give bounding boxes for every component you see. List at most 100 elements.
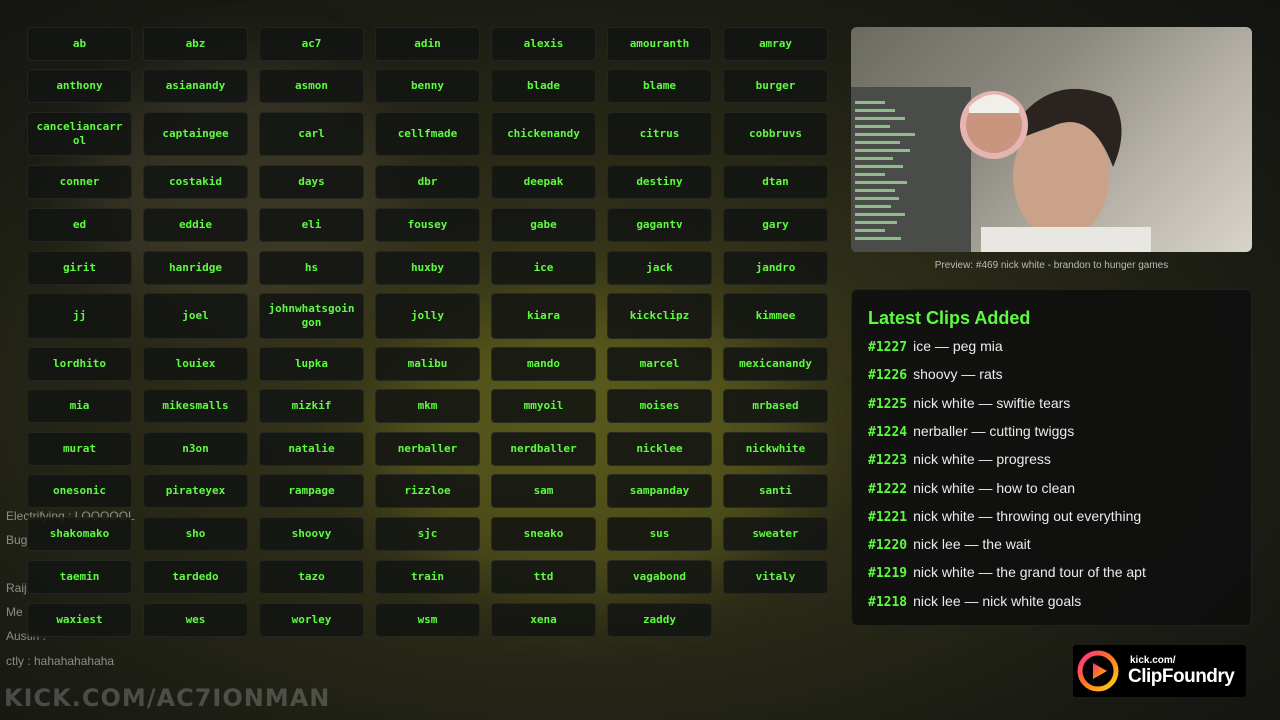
streamer-button-sweater[interactable]: sweater <box>723 517 828 551</box>
streamer-button-eddie[interactable]: eddie <box>143 208 248 242</box>
streamer-button-shoovy[interactable]: shoovy <box>259 517 364 551</box>
streamer-button-ab[interactable]: ab <box>27 27 132 61</box>
streamer-button-mando[interactable]: mando <box>491 347 596 381</box>
streamer-button-sneako[interactable]: sneako <box>491 517 596 551</box>
streamer-button-kimmee[interactable]: kimmee <box>723 293 828 339</box>
streamer-button-ed[interactable]: ed <box>27 208 132 242</box>
streamer-button-wsm[interactable]: wsm <box>375 603 480 637</box>
streamer-button-eli[interactable]: eli <box>259 208 364 242</box>
clip-item[interactable]: #1220 nick lee — the wait <box>868 536 1031 556</box>
streamer-button-alexis[interactable]: alexis <box>491 27 596 61</box>
streamer-button-wes[interactable]: wes <box>143 603 248 637</box>
streamer-button-taemin[interactable]: taemin <box>27 560 132 594</box>
streamer-button-murat[interactable]: murat <box>27 432 132 466</box>
streamer-button-adin[interactable]: adin <box>375 27 480 61</box>
streamer-button-huxby[interactable]: huxby <box>375 251 480 285</box>
clip-preview[interactable] <box>851 27 1252 252</box>
streamer-button-lupka[interactable]: lupka <box>259 347 364 381</box>
streamer-button-hanridge[interactable]: hanridge <box>143 251 248 285</box>
streamer-button-abz[interactable]: abz <box>143 27 248 61</box>
streamer-button-vitaly[interactable]: vitaly <box>723 560 828 594</box>
streamer-button-amray[interactable]: amray <box>723 27 828 61</box>
streamer-button-benny[interactable]: benny <box>375 69 480 103</box>
streamer-button-louiex[interactable]: louiex <box>143 347 248 381</box>
streamer-button-ice[interactable]: ice <box>491 251 596 285</box>
streamer-button-moises[interactable]: moises <box>607 389 712 423</box>
streamer-button-nickwhite[interactable]: nickwhite <box>723 432 828 466</box>
streamer-button-anthony[interactable]: anthony <box>27 69 132 103</box>
streamer-button-mexicanandy[interactable]: mexicanandy <box>723 347 828 381</box>
streamer-button-onesonic[interactable]: onesonic <box>27 474 132 508</box>
streamer-button-kickclipz[interactable]: kickclipz <box>607 293 712 339</box>
streamer-button-dtan[interactable]: dtan <box>723 165 828 199</box>
streamer-button-mia[interactable]: mia <box>27 389 132 423</box>
streamer-button-mrbased[interactable]: mrbased <box>723 389 828 423</box>
streamer-button-canceliancarrol[interactable]: canceliancarr ol <box>27 112 132 156</box>
streamer-button-ac7[interactable]: ac7 <box>259 27 364 61</box>
streamer-button-vagabond[interactable]: vagabond <box>607 560 712 594</box>
streamer-button-waxiest[interactable]: waxiest <box>27 603 132 637</box>
streamer-button-zaddy[interactable]: zaddy <box>607 603 712 637</box>
streamer-button-pirateyex[interactable]: pirateyex <box>143 474 248 508</box>
streamer-button-tazo[interactable]: tazo <box>259 560 364 594</box>
streamer-button-train[interactable]: train <box>375 560 480 594</box>
streamer-button-sjc[interactable]: sjc <box>375 517 480 551</box>
streamer-button-mkm[interactable]: mkm <box>375 389 480 423</box>
streamer-button-carl[interactable]: carl <box>259 112 364 156</box>
clip-item[interactable]: #1227 ice — peg mia <box>868 338 1003 358</box>
streamer-button-amouranth[interactable]: amouranth <box>607 27 712 61</box>
streamer-button-jandro[interactable]: jandro <box>723 251 828 285</box>
streamer-button-marcel[interactable]: marcel <box>607 347 712 381</box>
clip-item[interactable]: #1218 nick lee — nick white goals <box>868 593 1081 613</box>
clip-item[interactable]: #1222 nick white — how to clean <box>868 480 1075 500</box>
streamer-button-ttd[interactable]: ttd <box>491 560 596 594</box>
streamer-button-gagantv[interactable]: gagantv <box>607 208 712 242</box>
streamer-button-kiara[interactable]: kiara <box>491 293 596 339</box>
streamer-button-asianandy[interactable]: asianandy <box>143 69 248 103</box>
streamer-button-mizkif[interactable]: mizkif <box>259 389 364 423</box>
streamer-button-gabe[interactable]: gabe <box>491 208 596 242</box>
streamer-button-jolly[interactable]: jolly <box>375 293 480 339</box>
streamer-button-n3on[interactable]: n3on <box>143 432 248 466</box>
streamer-button-blade[interactable]: blade <box>491 69 596 103</box>
streamer-button-gary[interactable]: gary <box>723 208 828 242</box>
streamer-button-jj[interactable]: jj <box>27 293 132 339</box>
streamer-button-blame[interactable]: blame <box>607 69 712 103</box>
streamer-button-mmyoil[interactable]: mmyoil <box>491 389 596 423</box>
streamer-button-sampanday[interactable]: sampanday <box>607 474 712 508</box>
streamer-button-mikesmalls[interactable]: mikesmalls <box>143 389 248 423</box>
streamer-button-johnwhatsgoingon[interactable]: johnwhatsgoin gon <box>259 293 364 339</box>
streamer-button-lordhito[interactable]: lordhito <box>27 347 132 381</box>
streamer-button-malibu[interactable]: malibu <box>375 347 480 381</box>
streamer-button-natalie[interactable]: natalie <box>259 432 364 466</box>
streamer-button-sus[interactable]: sus <box>607 517 712 551</box>
streamer-button-santi[interactable]: santi <box>723 474 828 508</box>
streamer-button-rizzloe[interactable]: rizzloe <box>375 474 480 508</box>
streamer-button-costakid[interactable]: costakid <box>143 165 248 199</box>
streamer-button-xena[interactable]: xena <box>491 603 596 637</box>
streamer-button-cellfmade[interactable]: cellfmade <box>375 112 480 156</box>
streamer-button-deepak[interactable]: deepak <box>491 165 596 199</box>
streamer-button-chickenandy[interactable]: chickenandy <box>491 112 596 156</box>
streamer-button-citrus[interactable]: citrus <box>607 112 712 156</box>
streamer-button-fousey[interactable]: fousey <box>375 208 480 242</box>
streamer-button-girit[interactable]: girit <box>27 251 132 285</box>
streamer-button-sho[interactable]: sho <box>143 517 248 551</box>
clip-item[interactable]: #1219 nick white — the grand tour of the … <box>868 564 1146 584</box>
streamer-button-jack[interactable]: jack <box>607 251 712 285</box>
streamer-button-tardedo[interactable]: tardedo <box>143 560 248 594</box>
streamer-button-joel[interactable]: joel <box>143 293 248 339</box>
streamer-button-destiny[interactable]: destiny <box>607 165 712 199</box>
clip-item[interactable]: #1224 nerballer — cutting twiggs <box>868 423 1074 443</box>
clip-item[interactable]: #1225 nick white — swiftie tears <box>868 395 1070 415</box>
streamer-button-captaingee[interactable]: captaingee <box>143 112 248 156</box>
streamer-button-shakomako[interactable]: shakomako <box>27 517 132 551</box>
streamer-button-days[interactable]: days <box>259 165 364 199</box>
clip-item[interactable]: #1223 nick white — progress <box>868 451 1051 471</box>
streamer-button-worley[interactable]: worley <box>259 603 364 637</box>
streamer-button-hs[interactable]: hs <box>259 251 364 285</box>
streamer-button-rampage[interactable]: rampage <box>259 474 364 508</box>
streamer-button-nicklee[interactable]: nicklee <box>607 432 712 466</box>
streamer-button-burger[interactable]: burger <box>723 69 828 103</box>
streamer-button-nerdballer[interactable]: nerdballer <box>491 432 596 466</box>
